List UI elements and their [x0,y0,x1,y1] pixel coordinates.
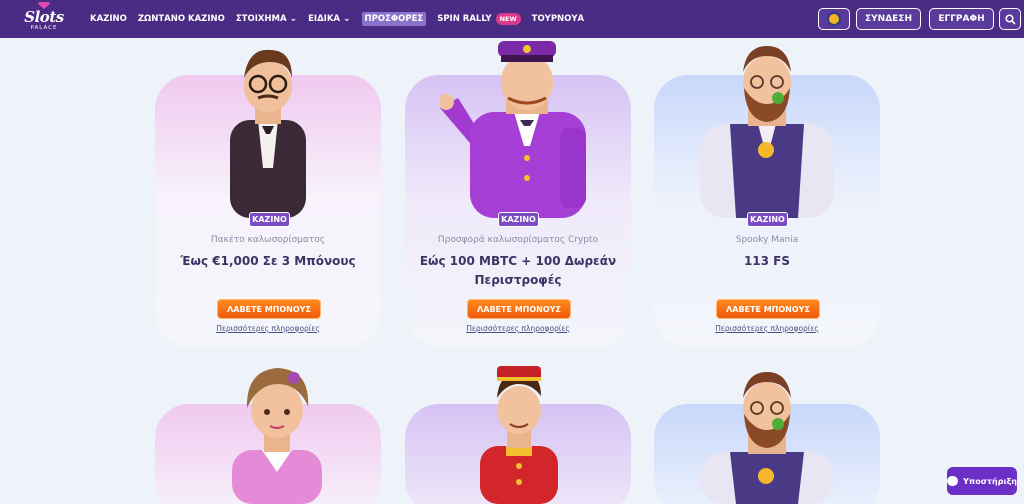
gentleman-character-illustration [230,49,306,218]
search-button[interactable] [999,8,1021,30]
casino-tag: ΚΑΖΙΝΟ [747,212,788,227]
chevron-down-icon: ⌄ [289,14,298,24]
maid-character-illustration [232,368,322,504]
top-header: Slots PALACE ΚΑΖΙΝΟ ΖΩΝΤΑΝΟ ΚΑΖΙΝΟ ΣΤΟΙΧ… [0,0,1024,38]
bellboy-character-illustration [480,366,558,504]
get-bonus-button[interactable]: ΛΑΒΕΤΕ ΜΠΟΝΟΥΣ [217,299,321,319]
register-button[interactable]: ΕΓΓΡΑΦΗ [929,8,994,30]
casino-tag: ΚΑΖΙΝΟ [498,212,539,227]
main-nav: ΚΑΖΙΝΟ ΖΩΝΤΑΝΟ ΚΑΖΙΝΟ ΣΤΟΙΧΗΜΑ ⌄ ΕΙΔΙΚΑ ⌄ … [90,0,595,38]
chat-bubble-icon [947,476,959,486]
doorman-character-illustration [440,41,586,218]
more-info-link[interactable]: Περισσότερες πληροφορίες [398,324,638,333]
get-bonus-button[interactable]: ΛΑΒΕΤΕ ΜΠΟΝΟΥΣ [467,299,571,319]
card-title: 113 FS [743,254,791,268]
logo-text: Slots [24,8,64,26]
card-title: Εώς 100 MBTC + 100 Δωρεάν Περιστροφές [419,254,617,287]
nav-sports[interactable]: ΣΤΟΙΧΗΜΑ ⌄ [236,14,297,24]
nav-tournaments[interactable]: ΤΟΥΡΝΟΥΑ [532,14,584,24]
crypto-coin-button[interactable] [818,8,850,30]
search-icon [1004,13,1016,25]
nav-specials[interactable]: ΕΙΔΙΚΑ ⌄ [308,14,350,24]
nav-casino[interactable]: ΚΑΖΙΝΟ [90,14,127,24]
more-info-link[interactable]: Περισσότερες πληροφορίες [647,324,887,333]
card-subtitle: Spooky Mania [735,235,799,245]
nav-promotions[interactable]: ΠΡΟΣΦΟΡΕΣ [361,12,427,26]
card-subtitle: Πακέτο καλωσορίσματος [210,235,326,245]
bearded-host-character-illustration [700,46,834,218]
logo-subtext: PALACE [30,25,58,31]
get-bonus-button[interactable]: ΛΑΒΕΤΕ ΜΠΟΝΟΥΣ [716,299,820,319]
login-button[interactable]: ΣΥΝΔΕΣΗ [856,8,921,30]
nav-live-casino[interactable]: ΖΩΝΤΑΝΟ ΚΑΖΙΝΟ [138,14,225,24]
chevron-down-icon: ⌄ [342,14,351,24]
bearded-host-character-illustration [700,372,834,504]
support-label: Υποστήριξη [963,476,1017,486]
casino-tag: ΚΑΖΙΝΟ [249,212,290,227]
coin-icon [827,12,841,26]
new-badge: NEW [495,13,521,25]
support-chat-button[interactable]: Υποστήριξη [947,467,1017,495]
card-subtitle: Προσφορά καλωσορίσματος Crypto [437,235,599,245]
card-title: Έως €1,000 Σε 3 Μπόνους [180,254,356,268]
nav-spin-rally[interactable]: SPIN RALLY NEW [437,13,521,25]
more-info-link[interactable]: Περισσότερες πληροφορίες [148,324,388,333]
slots-palace-logo[interactable]: Slots PALACE [18,2,70,36]
